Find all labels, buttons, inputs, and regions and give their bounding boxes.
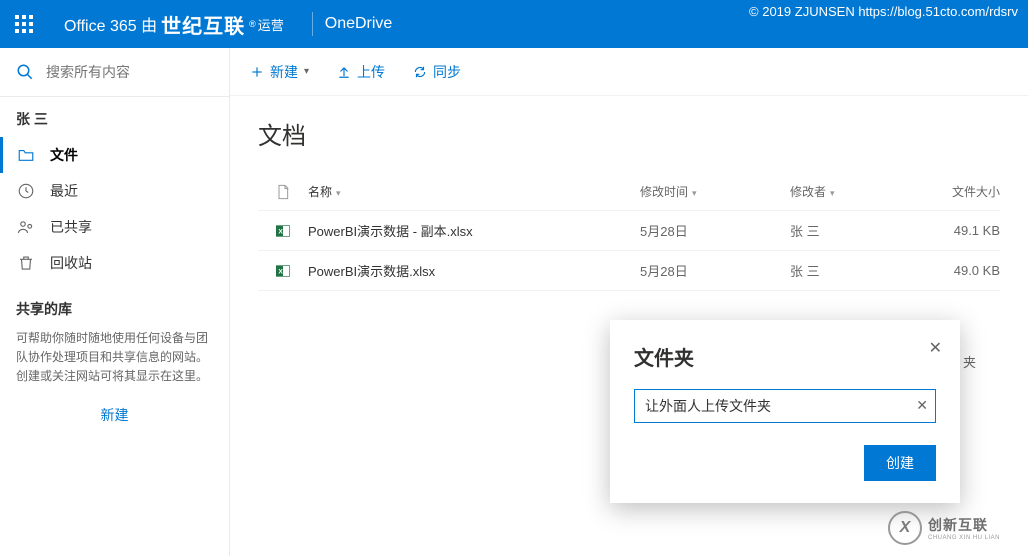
file-name[interactable]: PowerBI演示数据.xlsx bbox=[308, 261, 640, 280]
library-title: 共享的库 bbox=[0, 281, 229, 329]
new-folder-dialog: 文件夹 ✕ ✕ 创建 bbox=[610, 320, 960, 503]
chevron-down-icon: ▾ bbox=[336, 188, 341, 198]
library-desc: 可帮助你随时随地使用任何设备与团队协作处理项目和共享信息的网站。创建或关注网站可… bbox=[0, 329, 229, 387]
col-modified[interactable]: 修改时间▾ bbox=[640, 183, 790, 200]
watermark-logo: X 创新互联 CHUANG XIN HU LIAN bbox=[888, 508, 1018, 548]
table-row[interactable]: X PowerBI演示数据.xlsx 5月28日 张 三 49.0 KB bbox=[258, 251, 1000, 291]
folder-name-input[interactable] bbox=[634, 389, 936, 423]
file-modifiedby: 张 三 bbox=[790, 221, 930, 240]
file-modifiedby: 张 三 bbox=[790, 261, 930, 280]
search-box[interactable] bbox=[0, 48, 229, 96]
search-input[interactable] bbox=[46, 64, 196, 80]
svg-text:X: X bbox=[278, 268, 283, 275]
create-button[interactable]: 创建 bbox=[864, 445, 936, 481]
cmd-upload[interactable]: 上传 bbox=[337, 62, 385, 82]
chevron-down-icon: ▾ bbox=[830, 188, 835, 198]
col-name[interactable]: 名称▾ bbox=[308, 183, 640, 200]
dialog-title: 文件夹 bbox=[634, 342, 936, 371]
upload-icon bbox=[337, 65, 351, 79]
nav-label: 最近 bbox=[50, 181, 78, 201]
clear-icon[interactable]: ✕ bbox=[916, 397, 928, 414]
app-name[interactable]: OneDrive bbox=[325, 15, 393, 33]
cmd-sync[interactable]: 同步 bbox=[413, 62, 461, 82]
search-icon bbox=[16, 63, 34, 81]
plus-icon bbox=[250, 65, 264, 79]
partial-text: 夹 bbox=[963, 352, 976, 371]
svg-text:X: X bbox=[278, 228, 283, 235]
nav-label: 已共享 bbox=[50, 217, 92, 237]
table-header: 名称▾ 修改时间▾ 修改者▾ 文件大小 bbox=[258, 173, 1000, 211]
nav-shared[interactable]: 已共享 bbox=[0, 209, 229, 245]
brand-prefix: Office 365 由 bbox=[64, 12, 157, 36]
cmd-label: 新建 bbox=[270, 62, 298, 82]
clock-icon bbox=[16, 181, 36, 201]
col-type-icon[interactable] bbox=[258, 184, 308, 200]
user-name: 张 三 bbox=[0, 97, 229, 137]
app-launcher[interactable] bbox=[0, 0, 48, 48]
file-modified: 5月28日 bbox=[640, 221, 790, 240]
col-size[interactable]: 文件大小 bbox=[930, 183, 1000, 200]
nav-label: 文件 bbox=[50, 145, 78, 165]
divider bbox=[312, 12, 313, 36]
library-new-link[interactable]: 新建 bbox=[0, 387, 229, 443]
file-size: 49.1 KB bbox=[930, 223, 1000, 238]
folder-icon bbox=[16, 145, 36, 165]
brand-suffix: 运营 bbox=[258, 15, 284, 34]
cmd-label: 同步 bbox=[433, 62, 461, 82]
cmd-new[interactable]: 新建 ▾ bbox=[250, 62, 309, 82]
brand: Office 365 由 世纪互联 ® 运营 bbox=[48, 10, 300, 39]
cmd-label: 上传 bbox=[357, 62, 385, 82]
col-modifiedby[interactable]: 修改者▾ bbox=[790, 183, 930, 200]
close-icon[interactable]: ✕ bbox=[929, 338, 942, 358]
page-title: 文档 bbox=[258, 116, 1000, 151]
file-modified: 5月28日 bbox=[640, 261, 790, 280]
sync-icon bbox=[413, 65, 427, 79]
nav-files[interactable]: 文件 bbox=[0, 137, 229, 173]
chevron-down-icon: ▾ bbox=[692, 188, 697, 198]
brand-bold: 世纪互联 bbox=[161, 10, 245, 39]
file-name[interactable]: PowerBI演示数据 - 副本.xlsx bbox=[308, 221, 640, 240]
nav-recent[interactable]: 最近 bbox=[0, 173, 229, 209]
excel-icon: X bbox=[258, 223, 308, 239]
trash-icon bbox=[16, 253, 36, 273]
nav-recycle[interactable]: 回收站 bbox=[0, 245, 229, 281]
nav-label: 回收站 bbox=[50, 253, 92, 273]
table-row[interactable]: X PowerBI演示数据 - 副本.xlsx 5月28日 张 三 49.1 K… bbox=[258, 211, 1000, 251]
file-size: 49.0 KB bbox=[930, 263, 1000, 278]
excel-icon: X bbox=[258, 263, 308, 279]
copyright: © 2019 ZJUNSEN https://blog.51cto.com/rd… bbox=[749, 4, 1018, 19]
chevron-down-icon: ▾ bbox=[304, 66, 309, 77]
people-icon bbox=[16, 217, 36, 237]
